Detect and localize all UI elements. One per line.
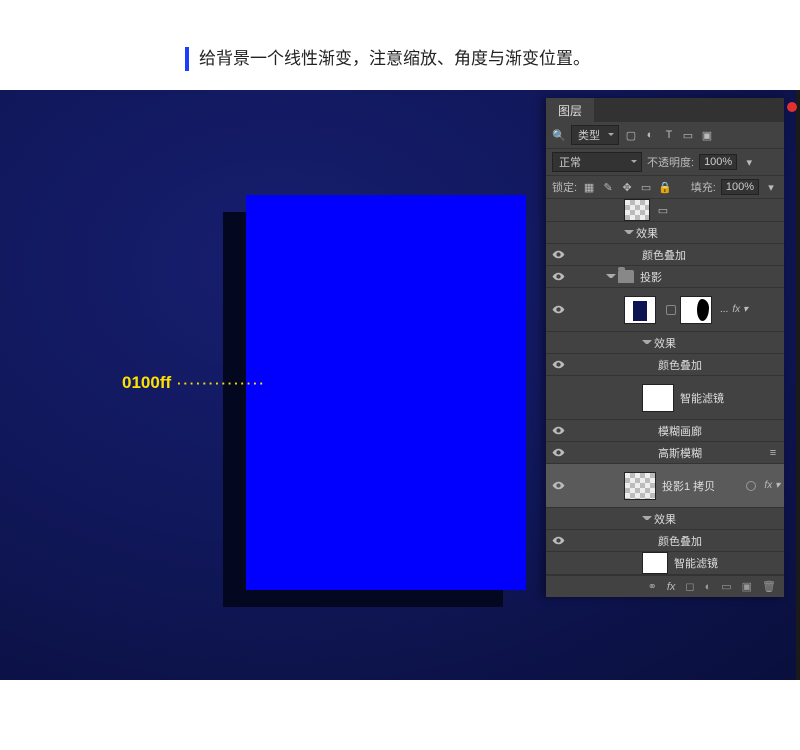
ellipsis: ... <box>720 304 728 315</box>
filter-smart-icon[interactable]: ▣ <box>700 128 714 142</box>
chevron-down-icon[interactable] <box>606 272 616 282</box>
layer-thumb <box>624 199 650 221</box>
group-icon[interactable]: ▭ <box>721 580 731 593</box>
layer-label: 模糊画廊 <box>658 423 780 439</box>
layer-group[interactable]: 投影 <box>546 266 784 288</box>
visibility-toggle[interactable] <box>546 479 570 492</box>
layer-copy-effects[interactable]: 效果 <box>546 508 784 530</box>
lock-move-icon[interactable]: ✥ <box>620 180 634 194</box>
filter-adjust-icon[interactable]: ◐ <box>643 128 657 142</box>
fill-label: 填充: <box>691 179 716 195</box>
layer-masked[interactable]: ... fx ▾ <box>546 288 784 332</box>
layer-blur-gallery[interactable]: 模糊画廊 <box>546 420 784 442</box>
layer-copy-color-overlay[interactable]: 颜色叠加 <box>546 530 784 552</box>
lock-artboard-icon[interactable]: ▭ <box>639 180 653 194</box>
layer-gaussian[interactable]: 高斯模糊 ≡ <box>546 442 784 464</box>
lock-trans-icon[interactable]: ▦ <box>582 180 596 194</box>
opacity-value[interactable]: 100% <box>699 154 737 170</box>
layer-label: 颜色叠加 <box>658 533 780 549</box>
visibility-toggle[interactable] <box>546 424 570 437</box>
layer-thumb <box>624 296 656 324</box>
new-layer-icon[interactable]: ▣ <box>742 580 752 593</box>
layer-copy-selected[interactable]: 投影1 拷贝 fx ▾ <box>546 464 784 508</box>
lock-label: 锁定: <box>552 179 577 195</box>
visibility-toggle[interactable] <box>546 358 570 371</box>
visibility-toggle[interactable] <box>546 270 570 283</box>
top-strip <box>0 0 800 12</box>
layer-label: 效果 <box>654 335 780 351</box>
layer-thumb <box>624 472 656 500</box>
color-value: 0100ff <box>122 373 171 393</box>
layer-effects[interactable]: 效果 <box>546 222 784 244</box>
filter-mask-thumb <box>642 552 668 574</box>
layer-label: 效果 <box>636 225 780 241</box>
opacity-label: 不透明度: <box>647 154 694 170</box>
mask-thumb <box>680 296 712 324</box>
panel-footer: ⚭ fx ◻ ◐ ▭ ▣ 🗑 <box>546 575 784 597</box>
dots-icon: ·············· <box>177 376 266 391</box>
layer-label: 颜色叠加 <box>642 247 780 263</box>
trash-icon[interactable]: 🗑 <box>762 580 776 593</box>
layer-label: 智能滤镜 <box>674 555 780 571</box>
layer-sub-effects[interactable]: 效果 <box>546 332 784 354</box>
chevron-down-icon[interactable]: ▾ <box>742 155 756 169</box>
fill-value[interactable]: 100% <box>721 179 759 195</box>
link-icon[interactable]: ▭ <box>656 203 670 217</box>
layer-copy-smart-filters[interactable]: 智能滤镜 <box>546 552 784 575</box>
tutorial-caption: 给背景一个线性渐变，注意缩放、角度与渐变位置。 <box>185 47 800 71</box>
caption-area: 给背景一个线性渐变，注意缩放、角度与渐变位置。 <box>0 12 800 101</box>
layers-list: ▭ 效果 颜色叠加 投影 ... fx ▾ <box>546 199 784 575</box>
color-annotation: 0100ff ·············· <box>122 373 266 393</box>
layer-color-overlay[interactable]: 颜色叠加 <box>546 244 784 266</box>
link-mask-icon[interactable] <box>666 305 676 315</box>
mask-icon[interactable]: ◻ <box>685 580 694 593</box>
filter-settings-icon[interactable]: ≡ <box>766 446 780 460</box>
chevron-down-icon[interactable] <box>642 514 652 524</box>
lock-row: 锁定: ▦ ✎ ✥ ▭ 🔒 填充: 100% ▾ <box>546 176 784 199</box>
chevron-down-icon[interactable]: ▾ <box>764 180 778 194</box>
layer-top-thumb[interactable]: ▭ <box>546 199 784 222</box>
lock-brush-icon[interactable]: ✎ <box>601 180 615 194</box>
layers-panel: 图层 🔍 类型 ▢ ◐ T ▭ ▣ 正常 不透明度: 100% ▾ 锁定: ▦ … <box>546 98 784 597</box>
visibility-toggle[interactable] <box>546 534 570 547</box>
group-name: 投影 <box>640 269 780 285</box>
canvas-edge <box>796 90 800 680</box>
folder-icon <box>618 270 634 283</box>
blend-row: 正常 不透明度: 100% ▾ <box>546 149 784 176</box>
panel-tabs: 图层 <box>546 98 784 122</box>
layer-label: 颜色叠加 <box>658 357 780 373</box>
lock-all-icon[interactable]: 🔒 <box>658 180 672 194</box>
filter-text-icon[interactable]: T <box>662 128 676 142</box>
filter-mask-thumb <box>642 384 674 412</box>
blue-rectangle[interactable] <box>246 195 526 590</box>
blend-mode-dropdown[interactable]: 正常 <box>552 152 642 172</box>
adjustment-icon[interactable]: ◐ <box>705 581 712 593</box>
fx-badge[interactable]: fx ▾ <box>732 304 748 315</box>
link-icon[interactable]: ⚭ <box>648 580 657 593</box>
fx-icon[interactable]: fx <box>667 581 676 593</box>
fx-badge[interactable]: fx ▾ <box>764 480 780 491</box>
chevron-down-icon[interactable] <box>642 338 652 348</box>
visibility-toggle[interactable] <box>546 248 570 261</box>
filter-image-icon[interactable]: ▢ <box>624 128 638 142</box>
layer-smart-filters[interactable]: 智能滤镜 <box>546 376 784 420</box>
page-footer-white <box>0 680 800 750</box>
smart-object-icon <box>746 481 756 491</box>
visibility-toggle[interactable] <box>546 303 570 316</box>
chevron-down-icon[interactable] <box>624 228 634 238</box>
filter-type-dropdown[interactable]: 类型 <box>571 125 619 145</box>
layer-label: 高斯模糊 <box>658 445 766 461</box>
filter-shape-icon[interactable]: ▭ <box>681 128 695 142</box>
error-dot-icon <box>787 102 797 112</box>
search-icon[interactable]: 🔍 <box>552 128 566 142</box>
filter-row: 🔍 类型 ▢ ◐ T ▭ ▣ <box>546 122 784 149</box>
layer-sub-color-overlay[interactable]: 颜色叠加 <box>546 354 784 376</box>
layer-label: 投影1 拷贝 <box>662 478 742 494</box>
layer-label: 智能滤镜 <box>680 390 780 406</box>
visibility-toggle[interactable] <box>546 446 570 459</box>
layer-label: 效果 <box>654 511 780 527</box>
tab-layers[interactable]: 图层 <box>546 98 594 122</box>
